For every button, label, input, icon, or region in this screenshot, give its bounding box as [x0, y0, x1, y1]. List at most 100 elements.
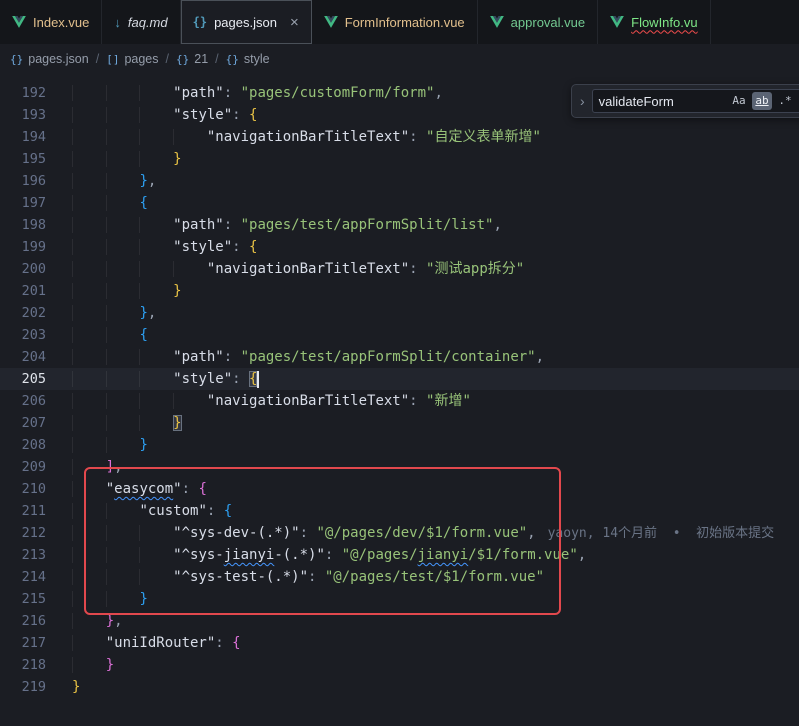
line-number[interactable]: 203: [0, 324, 46, 346]
find-input[interactable]: validateForm Aaab.*: [592, 89, 799, 113]
line-number[interactable]: 210: [0, 478, 46, 500]
find-option-whole-word[interactable]: ab: [752, 92, 772, 110]
code-line[interactable]: 202 },: [0, 302, 799, 324]
code-line[interactable]: 198 "path": "pages/test/appFormSplit/lis…: [0, 214, 799, 236]
code-line[interactable]: 218 }: [0, 654, 799, 676]
line-number[interactable]: 213: [0, 544, 46, 566]
breadcrumb-item-style[interactable]: {}style: [226, 52, 270, 66]
line-content[interactable]: "^sys-dev-(.*)": "@/pages/dev/$1/form.vu…: [46, 522, 799, 544]
line-number[interactable]: 216: [0, 610, 46, 632]
code-line[interactable]: 211 "custom": {: [0, 500, 799, 522]
code-line[interactable]: 195 }: [0, 148, 799, 170]
line-number[interactable]: 198: [0, 214, 46, 236]
breadcrumb-item-pages[interactable]: []pages: [106, 52, 158, 66]
line-number[interactable]: 204: [0, 346, 46, 368]
code-line[interactable]: 200 "navigationBarTitleText": "测试app拆分": [0, 258, 799, 280]
breadcrumb-item-21[interactable]: {}21: [176, 52, 208, 66]
code-line[interactable]: 197 {: [0, 192, 799, 214]
line-content[interactable]: }: [46, 588, 799, 610]
code-line[interactable]: 203 {: [0, 324, 799, 346]
tab-FormInformation.vue[interactable]: FormInformation.vue: [312, 0, 478, 44]
code-line[interactable]: 212 "^sys-dev-(.*)": "@/pages/dev/$1/for…: [0, 522, 799, 544]
line-content[interactable]: }: [46, 148, 799, 170]
code-line[interactable]: 207 }: [0, 412, 799, 434]
line-content[interactable]: {: [46, 324, 799, 346]
line-number[interactable]: 199: [0, 236, 46, 258]
line-content[interactable]: "path": "pages/test/appFormSplit/contain…: [46, 346, 799, 368]
line-content[interactable]: "custom": {: [46, 500, 799, 522]
line-content[interactable]: }: [46, 654, 799, 676]
indent-guide: [72, 393, 106, 409]
code-line[interactable]: 215 }: [0, 588, 799, 610]
line-number[interactable]: 195: [0, 148, 46, 170]
breadcrumb-item-pages.json[interactable]: {}pages.json: [10, 52, 89, 66]
line-number[interactable]: 219: [0, 676, 46, 698]
code-line[interactable]: 214 "^sys-test-(.*)": "@/pages/test/$1/f…: [0, 566, 799, 588]
line-content[interactable]: "easycom": {: [46, 478, 799, 500]
line-content[interactable]: "^sys-test-(.*)": "@/pages/test/$1/form.…: [46, 566, 799, 588]
tab-Index.vue[interactable]: Index.vue: [0, 0, 102, 44]
line-content[interactable]: },: [46, 610, 799, 632]
line-number[interactable]: 192: [0, 82, 46, 104]
code-line[interactable]: 208 }: [0, 434, 799, 456]
line-content[interactable]: "navigationBarTitleText": "自定义表单新增": [46, 126, 799, 148]
line-number[interactable]: 200: [0, 258, 46, 280]
line-content[interactable]: {: [46, 192, 799, 214]
code-line[interactable]: 213 "^sys-jianyi-(.*)": "@/pages/jianyi/…: [0, 544, 799, 566]
line-number[interactable]: 194: [0, 126, 46, 148]
line-content[interactable]: "style": {: [46, 236, 799, 258]
code-line[interactable]: 206 "navigationBarTitleText": "新增": [0, 390, 799, 412]
code-line[interactable]: 201 }: [0, 280, 799, 302]
code-line[interactable]: 204 "path": "pages/test/appFormSplit/con…: [0, 346, 799, 368]
line-content[interactable]: "^sys-jianyi-(.*)": "@/pages/jianyi/$1/f…: [46, 544, 799, 566]
code-line[interactable]: 217 "uniIdRouter": {: [0, 632, 799, 654]
line-number[interactable]: 209: [0, 456, 46, 478]
line-number[interactable]: 211: [0, 500, 46, 522]
code-line[interactable]: 210 "easycom": {: [0, 478, 799, 500]
find-option-regex[interactable]: .*: [775, 92, 795, 110]
line-number[interactable]: 212: [0, 522, 46, 544]
tab-FlowInfo.vu[interactable]: FlowInfo.vu: [598, 0, 710, 44]
tab-faq.md[interactable]: ↓faq.md: [102, 0, 180, 44]
tab-close-icon[interactable]: ×: [290, 15, 299, 30]
indent-guide: [106, 85, 140, 101]
code-token: {: [249, 239, 257, 255]
line-content[interactable]: }: [46, 676, 799, 698]
line-content[interactable]: }: [46, 434, 799, 456]
line-number[interactable]: 217: [0, 632, 46, 654]
line-number[interactable]: 196: [0, 170, 46, 192]
line-content[interactable]: },: [46, 302, 799, 324]
line-number[interactable]: 207: [0, 412, 46, 434]
code-line[interactable]: 216 },: [0, 610, 799, 632]
code-line[interactable]: 199 "style": {: [0, 236, 799, 258]
line-content[interactable]: "uniIdRouter": {: [46, 632, 799, 654]
line-number[interactable]: 206: [0, 390, 46, 412]
find-option-match-case[interactable]: Aa: [729, 92, 749, 110]
tab-pages.json[interactable]: {}pages.json×: [181, 0, 312, 44]
code-line[interactable]: 194 "navigationBarTitleText": "自定义表单新增": [0, 126, 799, 148]
line-number[interactable]: 202: [0, 302, 46, 324]
line-content[interactable]: "style": {: [46, 368, 799, 390]
line-content[interactable]: "navigationBarTitleText": "新增": [46, 390, 799, 412]
line-content[interactable]: }: [46, 280, 799, 302]
line-content[interactable]: }: [46, 412, 799, 434]
line-number[interactable]: 214: [0, 566, 46, 588]
line-number[interactable]: 205: [0, 368, 46, 390]
line-number[interactable]: 201: [0, 280, 46, 302]
line-number[interactable]: 197: [0, 192, 46, 214]
line-content[interactable]: "navigationBarTitleText": "测试app拆分": [46, 258, 799, 280]
line-number[interactable]: 193: [0, 104, 46, 126]
line-number[interactable]: 218: [0, 654, 46, 676]
find-expand-chevron-icon[interactable]: ›: [580, 93, 585, 109]
code-line[interactable]: 219}: [0, 676, 799, 698]
line-content[interactable]: },: [46, 170, 799, 192]
code-line[interactable]: 209 ],: [0, 456, 799, 478]
line-content[interactable]: "path": "pages/test/appFormSplit/list",: [46, 214, 799, 236]
code-line[interactable]: 196 },: [0, 170, 799, 192]
line-number[interactable]: 208: [0, 434, 46, 456]
line-number[interactable]: 215: [0, 588, 46, 610]
line-content[interactable]: ],: [46, 456, 799, 478]
tab-approval.vue[interactable]: approval.vue: [478, 0, 598, 44]
find-query-text[interactable]: validateForm: [599, 94, 726, 109]
code-line[interactable]: 205 "style": {: [0, 368, 799, 390]
